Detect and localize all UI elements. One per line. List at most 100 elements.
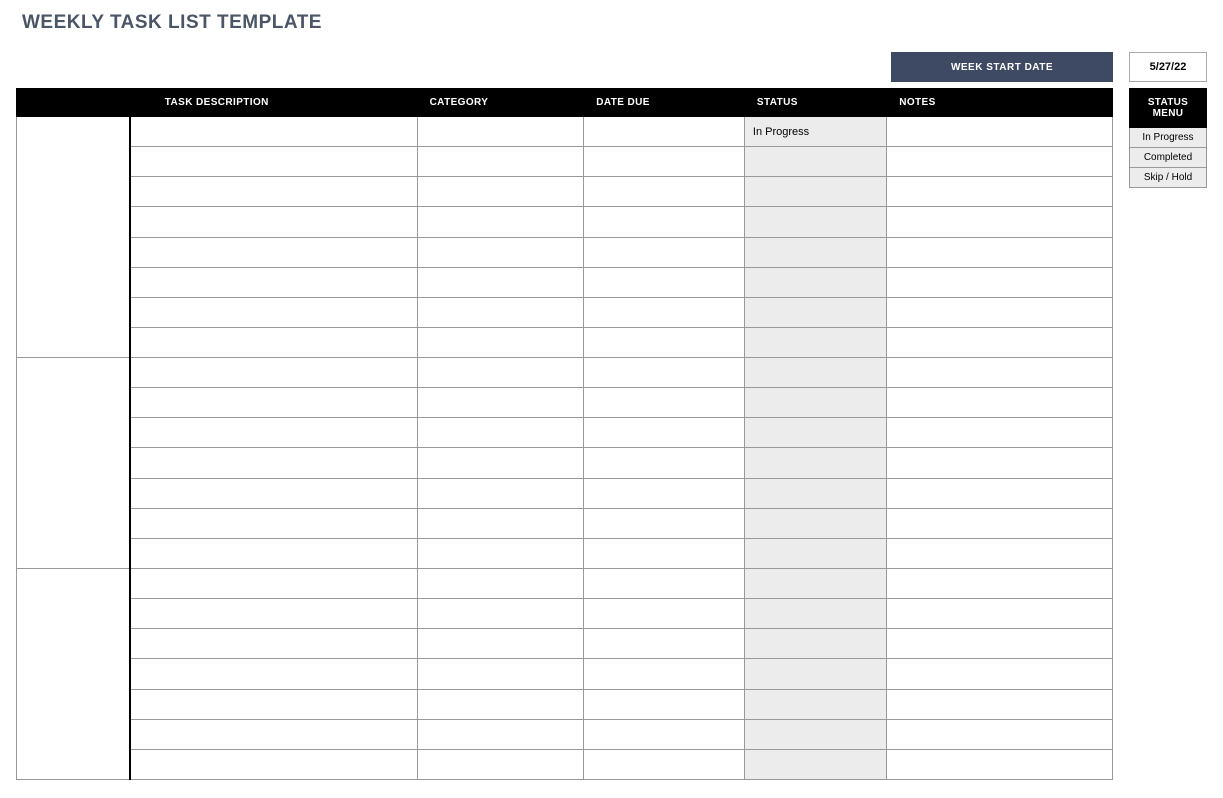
date-due-cell[interactable] (584, 358, 745, 388)
category-cell[interactable] (417, 749, 584, 779)
category-cell[interactable] (417, 629, 584, 659)
task-cell[interactable] (130, 538, 417, 568)
notes-cell[interactable] (887, 237, 1113, 267)
category-cell[interactable] (417, 478, 584, 508)
status-cell[interactable] (744, 358, 886, 388)
task-cell[interactable] (130, 297, 417, 327)
date-due-cell[interactable] (584, 147, 745, 177)
notes-cell[interactable] (887, 327, 1113, 357)
task-cell[interactable] (130, 719, 417, 749)
category-cell[interactable] (417, 267, 584, 297)
date-due-cell[interactable] (584, 237, 745, 267)
date-due-cell[interactable] (584, 508, 745, 538)
status-cell[interactable] (744, 569, 886, 599)
date-due-cell[interactable] (584, 629, 745, 659)
category-cell[interactable] (417, 448, 584, 478)
status-cell[interactable] (744, 418, 886, 448)
task-cell[interactable] (130, 147, 417, 177)
task-cell[interactable] (130, 418, 417, 448)
status-cell[interactable] (744, 177, 886, 207)
notes-cell[interactable] (887, 207, 1113, 237)
category-cell[interactable] (417, 689, 584, 719)
notes-cell[interactable] (887, 629, 1113, 659)
status-cell[interactable] (744, 719, 886, 749)
task-cell[interactable] (130, 327, 417, 357)
date-due-cell[interactable] (584, 327, 745, 357)
notes-cell[interactable] (887, 117, 1113, 147)
notes-cell[interactable] (887, 297, 1113, 327)
date-due-cell[interactable] (584, 659, 745, 689)
status-cell[interactable] (744, 448, 886, 478)
date-due-cell[interactable] (584, 297, 745, 327)
category-cell[interactable] (417, 327, 584, 357)
task-cell[interactable] (130, 689, 417, 719)
date-due-cell[interactable] (584, 388, 745, 418)
notes-cell[interactable] (887, 749, 1113, 779)
status-menu-item[interactable]: Skip / Hold (1130, 168, 1207, 188)
status-cell[interactable] (744, 508, 886, 538)
notes-cell[interactable] (887, 538, 1113, 568)
category-cell[interactable] (417, 508, 584, 538)
category-cell[interactable] (417, 538, 584, 568)
category-cell[interactable] (417, 117, 584, 147)
status-cell[interactable] (744, 237, 886, 267)
status-menu-item[interactable]: In Progress (1130, 128, 1207, 148)
status-cell[interactable] (744, 749, 886, 779)
category-cell[interactable] (417, 659, 584, 689)
category-cell[interactable] (417, 569, 584, 599)
notes-cell[interactable] (887, 689, 1113, 719)
task-cell[interactable] (130, 629, 417, 659)
task-cell[interactable] (130, 207, 417, 237)
date-due-cell[interactable] (584, 418, 745, 448)
category-cell[interactable] (417, 297, 584, 327)
date-due-cell[interactable] (584, 749, 745, 779)
date-due-cell[interactable] (584, 207, 745, 237)
task-cell[interactable] (130, 177, 417, 207)
status-cell[interactable] (744, 689, 886, 719)
task-cell[interactable] (130, 659, 417, 689)
category-cell[interactable] (417, 388, 584, 418)
category-cell[interactable] (417, 418, 584, 448)
task-cell[interactable] (130, 478, 417, 508)
notes-cell[interactable] (887, 719, 1113, 749)
notes-cell[interactable] (887, 448, 1113, 478)
status-cell[interactable]: In Progress (744, 117, 886, 147)
notes-cell[interactable] (887, 659, 1113, 689)
notes-cell[interactable] (887, 177, 1113, 207)
category-cell[interactable] (417, 207, 584, 237)
status-cell[interactable] (744, 267, 886, 297)
notes-cell[interactable] (887, 147, 1113, 177)
status-cell[interactable] (744, 478, 886, 508)
task-cell[interactable] (130, 267, 417, 297)
category-cell[interactable] (417, 177, 584, 207)
date-due-cell[interactable] (584, 719, 745, 749)
date-due-cell[interactable] (584, 538, 745, 568)
notes-cell[interactable] (887, 478, 1113, 508)
status-cell[interactable] (744, 297, 886, 327)
notes-cell[interactable] (887, 599, 1113, 629)
task-cell[interactable] (130, 237, 417, 267)
date-due-cell[interactable] (584, 267, 745, 297)
date-due-cell[interactable] (584, 177, 745, 207)
task-cell[interactable] (130, 388, 417, 418)
task-cell[interactable] (130, 358, 417, 388)
status-cell[interactable] (744, 207, 886, 237)
date-due-cell[interactable] (584, 478, 745, 508)
category-cell[interactable] (417, 147, 584, 177)
date-due-cell[interactable] (584, 689, 745, 719)
status-cell[interactable] (744, 538, 886, 568)
notes-cell[interactable] (887, 358, 1113, 388)
status-cell[interactable] (744, 327, 886, 357)
status-cell[interactable] (744, 629, 886, 659)
notes-cell[interactable] (887, 569, 1113, 599)
task-cell[interactable] (130, 117, 417, 147)
category-cell[interactable] (417, 599, 584, 629)
category-cell[interactable] (417, 719, 584, 749)
status-cell[interactable] (744, 147, 886, 177)
task-cell[interactable] (130, 749, 417, 779)
task-cell[interactable] (130, 569, 417, 599)
date-due-cell[interactable] (584, 569, 745, 599)
date-due-cell[interactable] (584, 117, 745, 147)
task-cell[interactable] (130, 448, 417, 478)
notes-cell[interactable] (887, 388, 1113, 418)
